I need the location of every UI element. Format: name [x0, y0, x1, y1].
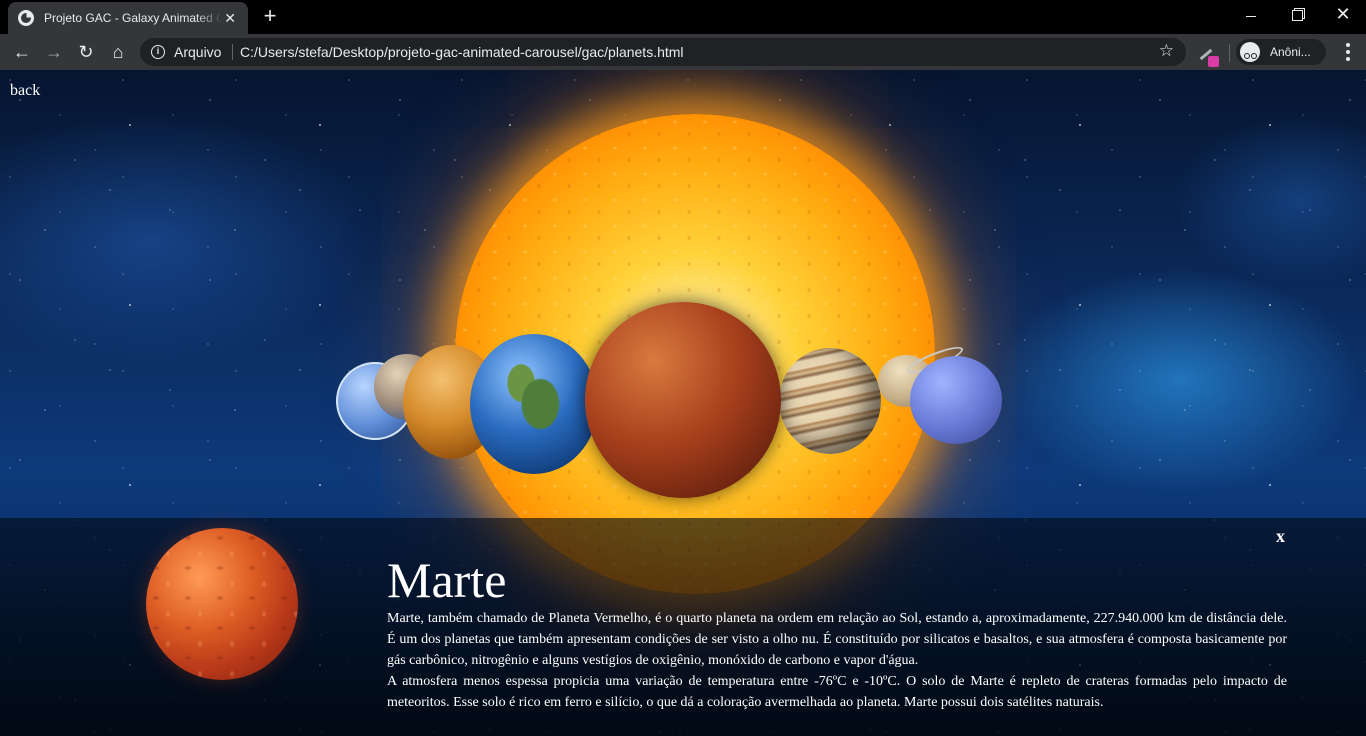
close-window-button[interactable]: ✕ [1320, 4, 1366, 28]
page-viewport: back x Marte Marte, também chamado de Pl… [0, 70, 1366, 736]
extension-icon[interactable] [1196, 44, 1220, 68]
url-text[interactable]: C:/Users/stefa/Desktop/projeto-gac-anima… [240, 44, 684, 60]
planet-title: Marte [387, 552, 507, 608]
planet-mars-selected[interactable] [585, 302, 781, 498]
planet-info-panel: x Marte Marte, também chamado de Planeta… [0, 518, 1366, 736]
forward-arrow-icon[interactable]: → [42, 40, 66, 64]
new-tab-button[interactable]: + [258, 5, 282, 27]
reload-icon[interactable]: ↻ [74, 40, 98, 64]
minimize-button[interactable] [1228, 4, 1274, 28]
home-icon[interactable]: ⌂ [106, 40, 130, 64]
browser-toolbar: ← → ↻ ⌂ i Arquivo C:/Users/stefa/Desktop… [0, 34, 1366, 70]
planet-description: Marte, também chamado de Planeta Vermelh… [387, 608, 1287, 713]
tab-strip: Projeto GAC - Galaxy Animated Carousel ✕… [0, 0, 1366, 34]
toolbar-separator [1229, 44, 1230, 62]
more-menu-icon[interactable] [1340, 41, 1356, 63]
address-separator [232, 44, 233, 60]
back-link[interactable]: back [10, 82, 40, 100]
tab-close-icon[interactable]: ✕ [222, 10, 238, 27]
profile-button[interactable]: Anôni... [1236, 39, 1326, 65]
planet-jupiter[interactable] [779, 348, 881, 454]
profile-label: Anôni... [1270, 45, 1311, 59]
planet-neptune[interactable] [910, 356, 1002, 444]
planet-detail-image [146, 528, 298, 680]
description-paragraph: A atmosfera menos espessa propicia uma v… [387, 674, 1287, 710]
description-paragraph: Marte, também chamado de Planeta Vermelh… [387, 611, 1287, 668]
planet-earth[interactable] [470, 334, 598, 474]
back-arrow-icon[interactable]: ← [10, 40, 34, 64]
tab-title: Projeto GAC - Galaxy Animated Carousel [44, 11, 223, 25]
bookmark-star-icon[interactable]: ☆ [1159, 41, 1174, 61]
incognito-icon [1240, 42, 1260, 62]
browser-tab[interactable]: Projeto GAC - Galaxy Animated Carousel ✕ [8, 2, 248, 34]
info-icon[interactable]: i [151, 45, 165, 59]
extension-badge [1208, 56, 1219, 67]
close-panel-button[interactable]: x [1276, 526, 1285, 547]
site-scheme-label[interactable]: Arquivo [174, 44, 221, 60]
globe-icon [18, 10, 34, 26]
restore-button[interactable] [1274, 4, 1320, 28]
address-bar[interactable]: i Arquivo C:/Users/stefa/Desktop/projeto… [140, 38, 1186, 66]
